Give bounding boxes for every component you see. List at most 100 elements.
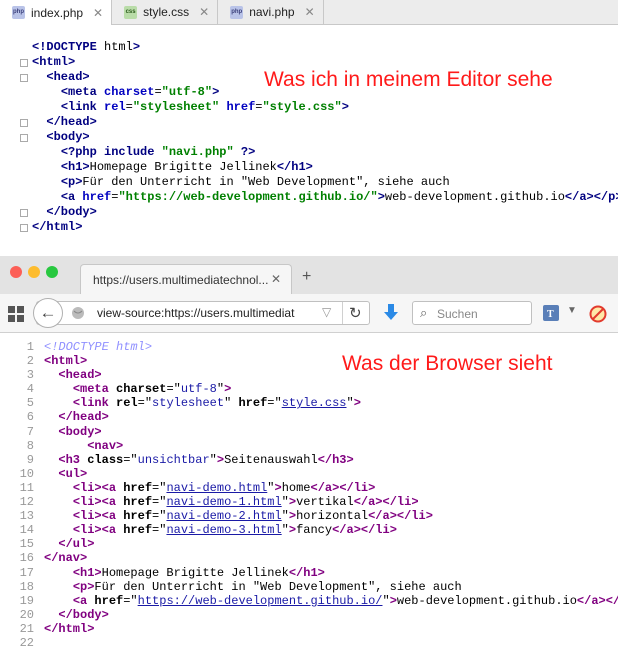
source-text: <h1>Homepage Brigitte Jellinek</h1> bbox=[72, 565, 325, 580]
tab-label: navi.php bbox=[249, 5, 295, 19]
source-line: 5 <link rel="stylesheet" href="style.css… bbox=[0, 396, 618, 410]
source-text: <li><a href="navi-demo-3.html">fancy</a>… bbox=[72, 523, 397, 538]
fold-marker-icon[interactable] bbox=[20, 59, 28, 67]
code-line: </body> bbox=[0, 205, 618, 220]
browser-annotation: Was der Browser sieht bbox=[342, 352, 553, 375]
tab-index-php[interactable]: php index.php ✕ bbox=[0, 0, 113, 25]
code-line: <p>Für den Unterricht in "Web Developmen… bbox=[0, 175, 618, 190]
source-text: <li><a href="navi-demo.html">home</a></l… bbox=[72, 480, 376, 495]
fold-marker-icon[interactable] bbox=[20, 74, 28, 82]
line-number: 16 bbox=[19, 551, 34, 566]
url-bar[interactable]: view-source:https://users.multimediat ▽ … bbox=[36, 301, 370, 325]
reload-icon[interactable]: ↻ bbox=[349, 304, 362, 322]
source-text: <html> bbox=[44, 354, 88, 369]
editor-tab-bar: php index.php ✕ css style.css ✕ php navi… bbox=[0, 0, 618, 25]
source-line: 22 bbox=[0, 636, 618, 650]
source-line: 15 </ul> bbox=[0, 537, 618, 551]
source-line: 20 </body> bbox=[0, 608, 618, 622]
browser-title-bar: https://users.multimediatechnol... ✕ + bbox=[0, 256, 618, 294]
code-line: <link rel="stylesheet" href="style.css"> bbox=[0, 100, 618, 115]
tab-style-css[interactable]: css style.css ✕ bbox=[112, 0, 219, 24]
text-tool-icon[interactable]: T bbox=[543, 305, 559, 321]
browser-tab-title: https://users.multimediatechnol... bbox=[93, 273, 269, 287]
search-icon: ⌕ bbox=[420, 305, 428, 320]
close-icon[interactable]: ✕ bbox=[93, 6, 103, 20]
source-line: 18 <p>Für den Unterricht in "Web Develop… bbox=[0, 580, 618, 594]
code-line: </head> bbox=[0, 115, 618, 130]
fold-marker-icon[interactable] bbox=[20, 134, 28, 142]
back-button[interactable]: ← bbox=[33, 298, 63, 328]
close-window-button[interactable] bbox=[10, 266, 22, 278]
source-text: <nav> bbox=[87, 438, 124, 453]
fold-marker-icon[interactable] bbox=[20, 209, 28, 217]
tab-navi-php[interactable]: php navi.php ✕ bbox=[218, 0, 324, 24]
source-text: <meta charset="utf-8"> bbox=[72, 382, 232, 397]
code-text: <p>Für den Unterricht in "Web Developmen… bbox=[60, 175, 450, 189]
source-line: 16 </nav> bbox=[0, 551, 618, 565]
close-icon[interactable]: ✕ bbox=[199, 5, 209, 19]
code-line: <?php include "navi.php" ?> bbox=[0, 145, 618, 160]
line-number: 18 bbox=[19, 579, 34, 594]
source-line: 14 <li><a href="navi-demo-3.html">fancy<… bbox=[0, 523, 618, 537]
code-text: </body> bbox=[46, 205, 97, 219]
chevron-down-icon[interactable]: ▽ bbox=[322, 305, 331, 319]
close-icon[interactable]: ✕ bbox=[271, 272, 281, 286]
code-text: </head> bbox=[46, 115, 97, 129]
blocker-icon[interactable] bbox=[589, 305, 607, 323]
code-line: <body> bbox=[0, 130, 618, 145]
source-text: </head> bbox=[58, 410, 109, 425]
source-line: 10 <ul> bbox=[0, 467, 618, 481]
arrow-left-icon: ← bbox=[39, 303, 57, 322]
line-number: 3 bbox=[26, 368, 34, 383]
css-file-icon: css bbox=[124, 5, 138, 19]
line-number: 15 bbox=[19, 537, 34, 552]
editor-annotation: Was ich in meinem Editor sehe bbox=[264, 68, 553, 91]
line-number: 12 bbox=[19, 495, 34, 510]
line-number: 7 bbox=[26, 424, 34, 439]
minimize-window-button[interactable] bbox=[28, 266, 40, 278]
source-text: <a href="https://web-development.github.… bbox=[72, 593, 618, 608]
source-line: 11 <li><a href="navi-demo.html">home</a>… bbox=[0, 481, 618, 495]
source-line: 9 <h3 class="unsichtbar">Seitenauswahl</… bbox=[0, 453, 618, 467]
line-number: 21 bbox=[19, 621, 34, 636]
source-text: <li><a href="navi-demo-1.html">vertikal<… bbox=[72, 495, 419, 510]
view-source-code[interactable]: 1 <!DOCTYPE html> 2 <html> 3 <head> 4 <meta c… bbox=[0, 340, 618, 650]
download-icon[interactable] bbox=[383, 304, 399, 322]
search-input[interactable]: ⌕ Suchen bbox=[412, 301, 532, 325]
code-text: </html> bbox=[32, 220, 83, 234]
browser-toolbar: view-source:https://users.multimediat ▽ … bbox=[0, 294, 618, 333]
fold-marker-icon[interactable] bbox=[20, 224, 28, 232]
search-placeholder: Suchen bbox=[437, 307, 478, 321]
code-text: <meta charset="utf-8"> bbox=[60, 85, 220, 99]
zoom-window-button[interactable] bbox=[46, 266, 58, 278]
fold-marker-icon[interactable] bbox=[20, 119, 28, 127]
tab-label: index.php bbox=[31, 5, 84, 20]
source-line: 19 <a href="https://web-development.gith… bbox=[0, 594, 618, 608]
source-text: <link rel="stylesheet" href="style.css"> bbox=[72, 396, 361, 411]
line-number: 19 bbox=[19, 593, 34, 608]
source-line: 7 <body> bbox=[0, 425, 618, 439]
line-number: 9 bbox=[26, 452, 34, 467]
source-text: </body> bbox=[58, 607, 109, 622]
line-number: 17 bbox=[19, 565, 34, 580]
line-number: 4 bbox=[26, 382, 34, 397]
new-tab-button[interactable]: + bbox=[302, 268, 311, 286]
code-text: <?php include "navi.php" ?> bbox=[60, 145, 256, 159]
source-text: <li><a href="navi-demo-2.html">horizonta… bbox=[72, 509, 433, 524]
chevron-down-icon[interactable]: ▼ bbox=[567, 305, 577, 316]
close-icon[interactable]: ✕ bbox=[305, 5, 315, 19]
source-text: </ul> bbox=[58, 537, 95, 552]
editor-window: php index.php ✕ css style.css ✕ php navi… bbox=[0, 0, 618, 248]
url-divider bbox=[342, 302, 343, 324]
source-text: <body> bbox=[58, 424, 102, 439]
php-file-icon: php bbox=[12, 6, 25, 19]
grid-icon[interactable] bbox=[8, 306, 24, 322]
line-number: 2 bbox=[26, 354, 34, 369]
source-text: <h3 class="unsichtbar">Seitenauswahl</h3… bbox=[58, 452, 354, 467]
source-line: 12 <li><a href="navi-demo-1.html">vertik… bbox=[0, 495, 618, 509]
line-number: 14 bbox=[19, 523, 34, 538]
browser-tab[interactable]: https://users.multimediatechnol... ✕ bbox=[80, 264, 292, 294]
source-line: 8 <nav> bbox=[0, 439, 618, 453]
url-text[interactable]: view-source:https://users.multimediat bbox=[97, 306, 321, 320]
code-line: <a href="https://web-development.github.… bbox=[0, 190, 618, 205]
